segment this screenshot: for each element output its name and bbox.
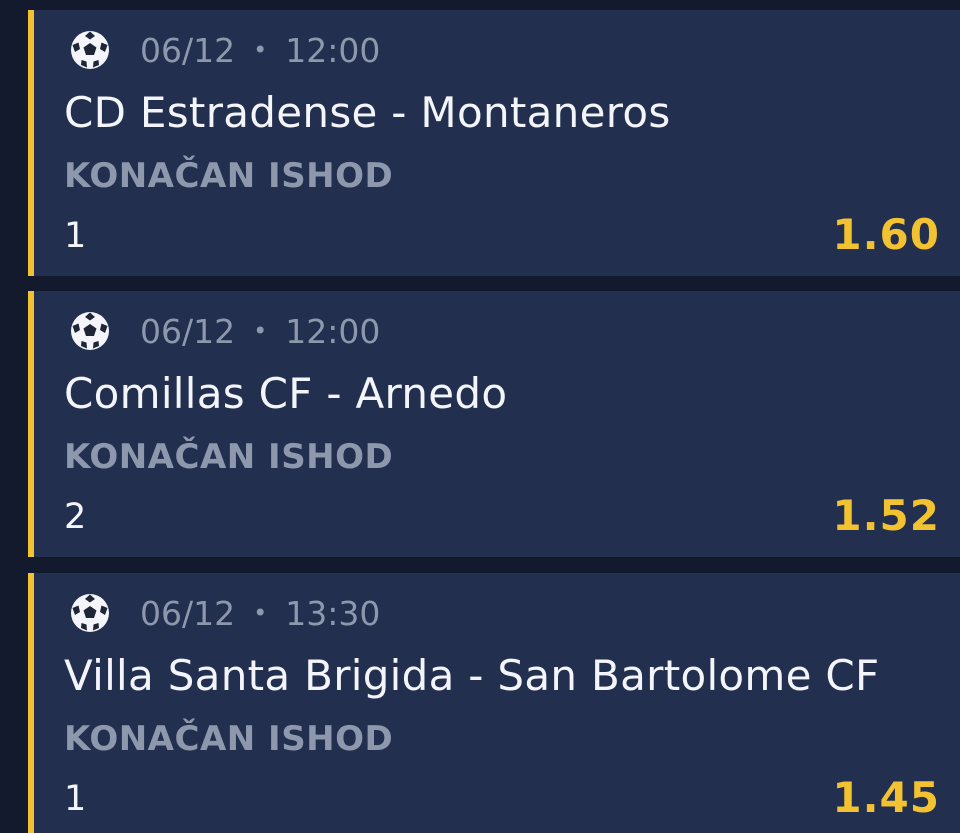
odds-value: 1.45 [832,773,940,822]
bet-card[interactable]: 06/12 • 13:30 Villa Santa Brigida - San … [28,573,960,833]
selection-value: 1 [64,779,87,819]
meta-separator: • [253,599,268,627]
event-date: 06/12 [140,311,236,351]
meta-separator: • [253,36,268,64]
event-time: 13:30 [285,593,381,633]
soccer-ball-icon [71,594,109,632]
event-time: 12:00 [285,30,381,70]
selection-value: 2 [64,497,87,537]
odds-value: 1.52 [832,491,940,540]
event-date: 06/12 [140,593,236,633]
bet-card[interactable]: 06/12 • 12:00 Comillas CF - Arnedo KONAČ… [28,291,960,557]
match-name: Comillas CF - Arnedo [64,369,508,418]
market-name: KONAČAN ISHOD [64,156,394,196]
soccer-ball-icon [71,312,109,350]
selection-value: 1 [64,216,87,256]
event-meta: 06/12 • 13:30 [70,591,380,635]
match-name: Villa Santa Brigida - San Bartolome CF [64,651,880,700]
match-name: CD Estradense - Montaneros [64,88,671,137]
event-meta: 06/12 • 12:00 [70,28,380,72]
market-name: KONAČAN ISHOD [64,437,394,477]
event-time: 12:00 [285,311,381,351]
bet-card[interactable]: 06/12 • 12:00 CD Estradense - Montaneros… [28,10,960,276]
event-meta: 06/12 • 12:00 [70,309,380,353]
event-date: 06/12 [140,30,236,70]
market-name: KONAČAN ISHOD [64,719,394,759]
soccer-ball-icon [71,31,109,69]
odds-value: 1.60 [832,210,940,259]
meta-separator: • [253,317,268,345]
bet-list: 06/12 • 12:00 CD Estradense - Montaneros… [0,0,960,833]
